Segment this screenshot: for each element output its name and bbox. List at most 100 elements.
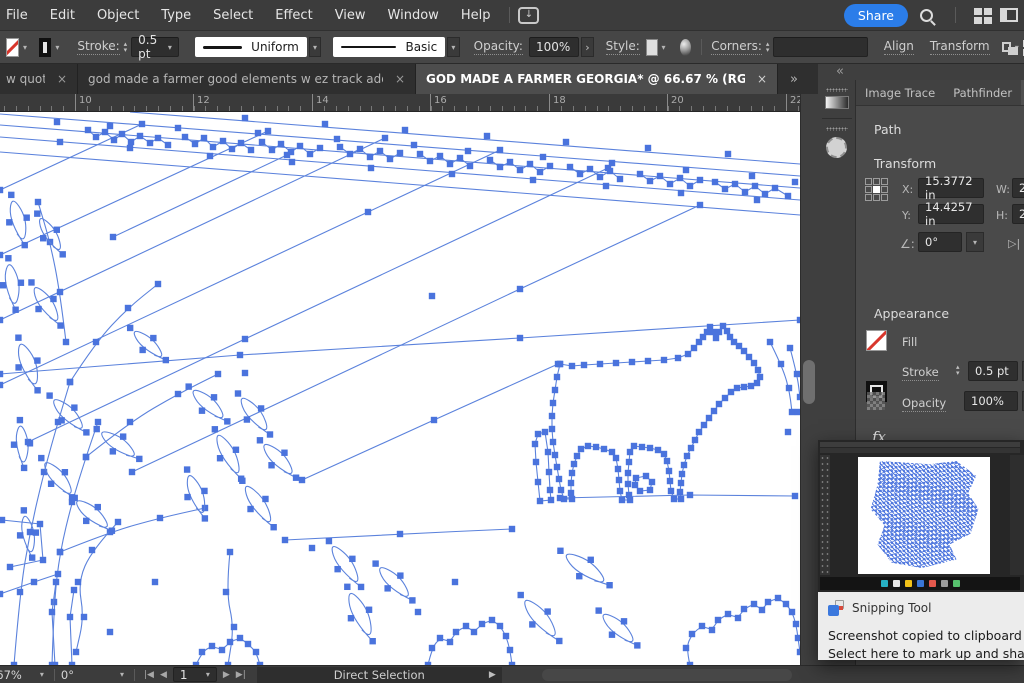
anchor-point[interactable] [358,584,364,590]
chevron-down-icon[interactable]: ▾ [51,43,63,52]
anchor-point[interactable] [685,351,691,357]
stroke-weight-field[interactable]: 0.5 pt ▾ [131,37,179,57]
anchor-point[interactable] [270,524,276,530]
anchor-point[interactable] [309,545,315,551]
anchor-point[interactable] [297,143,303,149]
anchor-point[interactable] [27,529,33,535]
anchor-point[interactable] [487,157,493,163]
anchor-point[interactable] [255,130,261,136]
stroke-weight-label[interactable]: Stroke: [77,39,119,55]
anchor-point[interactable] [397,531,403,537]
anchor-point[interactable] [657,173,663,179]
anchor-point[interactable] [147,140,153,146]
anchor-point[interactable] [27,440,33,446]
anchor-point[interactable] [233,447,239,453]
anchor-point[interactable] [558,487,564,493]
anchor-point[interactable] [85,127,91,133]
anchor-point[interactable] [372,560,378,566]
appearance-opacity-swatch[interactable] [867,392,885,410]
anchor-point[interactable] [17,589,23,595]
anchor-point[interactable] [552,452,558,458]
anchor-point[interactable] [517,286,523,292]
fill-none-swatch[interactable] [6,38,19,57]
anchor-point[interactable] [50,296,56,302]
anchor-point[interactable] [549,426,555,432]
anchor-point[interactable] [71,587,77,593]
anchor-point[interactable] [634,642,640,648]
anchor-point[interactable] [746,354,752,360]
anchor-point[interactable] [588,557,594,563]
anchor-point[interactable] [5,255,11,261]
anchor-point[interactable] [722,395,728,401]
anchor-point[interactable] [735,615,741,621]
anchor-point[interactable] [67,379,73,385]
anchor-point[interactable] [647,445,653,451]
anchor-point[interactable] [307,151,313,157]
anchor-point[interactable] [220,138,226,144]
anchor-point[interactable] [697,177,703,183]
anchor-point[interactable] [557,361,563,367]
anchor-point[interactable] [793,621,799,627]
anchor-point[interactable] [0,317,3,323]
anchor-point[interactable] [429,645,435,651]
anchor-point[interactable] [237,352,243,358]
angle-chevron-button[interactable]: ▾ [966,232,984,252]
anchor-point[interactable] [716,401,722,407]
anchor-point[interactable] [259,139,265,145]
anchor-point[interactable] [211,394,217,400]
chevron-down-icon[interactable]: ▾ [19,43,31,52]
vector-path[interactable] [28,168,608,442]
anchor-point[interactable] [437,153,443,159]
flip-icon[interactable]: ▷| [1008,237,1020,250]
anchor-point[interactable] [109,528,115,534]
appearance-opacity-field[interactable]: 100% [964,391,1018,411]
anchor-point[interactable] [110,448,116,454]
anchor-point[interactable] [767,339,773,345]
anchor-point[interactable] [38,455,44,461]
anchor-point[interactable] [617,176,623,182]
anchor-point[interactable] [595,607,601,613]
anchor-point[interactable] [288,149,294,155]
anchor-point[interactable] [349,556,355,562]
anchor-point[interactable] [601,446,607,452]
rotation-value[interactable]: 0° [61,668,74,682]
anchor-point[interactable] [751,360,757,366]
anchor-point[interactable] [789,409,795,415]
brush-definition-field[interactable]: Basic [333,37,445,57]
anchor-point[interactable] [397,150,403,156]
anchor-point[interactable] [137,133,143,139]
anchor-point[interactable] [631,443,637,449]
anchor-point[interactable] [357,146,363,152]
anchor-point[interactable] [593,444,599,450]
anchor-point[interactable] [282,537,288,543]
anchor-point[interactable] [0,591,3,597]
anchor-point[interactable] [7,564,13,570]
anchor-point[interactable] [667,478,673,484]
anchor-point[interactable] [18,280,24,286]
anchor-point[interactable] [207,153,213,159]
anchor-point[interactable] [199,649,205,655]
anchor-point[interactable] [752,183,758,189]
anchor-point[interactable] [227,549,233,555]
document-setup-icon[interactable] [680,39,691,56]
menu-window[interactable]: Window [377,8,450,23]
anchor-point[interactable] [783,601,789,607]
vector-path[interactable] [52,422,98,665]
anchor-point[interactable] [759,607,765,613]
anchor-point[interactable] [278,141,284,147]
anchor-point[interactable] [787,345,793,351]
anchor-point[interactable] [647,178,653,184]
vector-path[interactable] [10,201,26,245]
anchor-point[interactable] [368,165,374,171]
anchor-point[interactable] [597,361,603,367]
anchor-point[interactable] [497,164,503,170]
anchor-point[interactable] [762,191,768,197]
anchor-point[interactable] [35,199,41,205]
anchor-point[interactable] [40,235,46,241]
anchor-point[interactable] [557,548,563,554]
anchor-point[interactable] [667,181,673,187]
anchor-point[interactable] [344,584,350,590]
anchor-point[interactable] [616,477,622,483]
anchor-point[interactable] [17,532,23,538]
anchor-point[interactable] [175,125,181,131]
